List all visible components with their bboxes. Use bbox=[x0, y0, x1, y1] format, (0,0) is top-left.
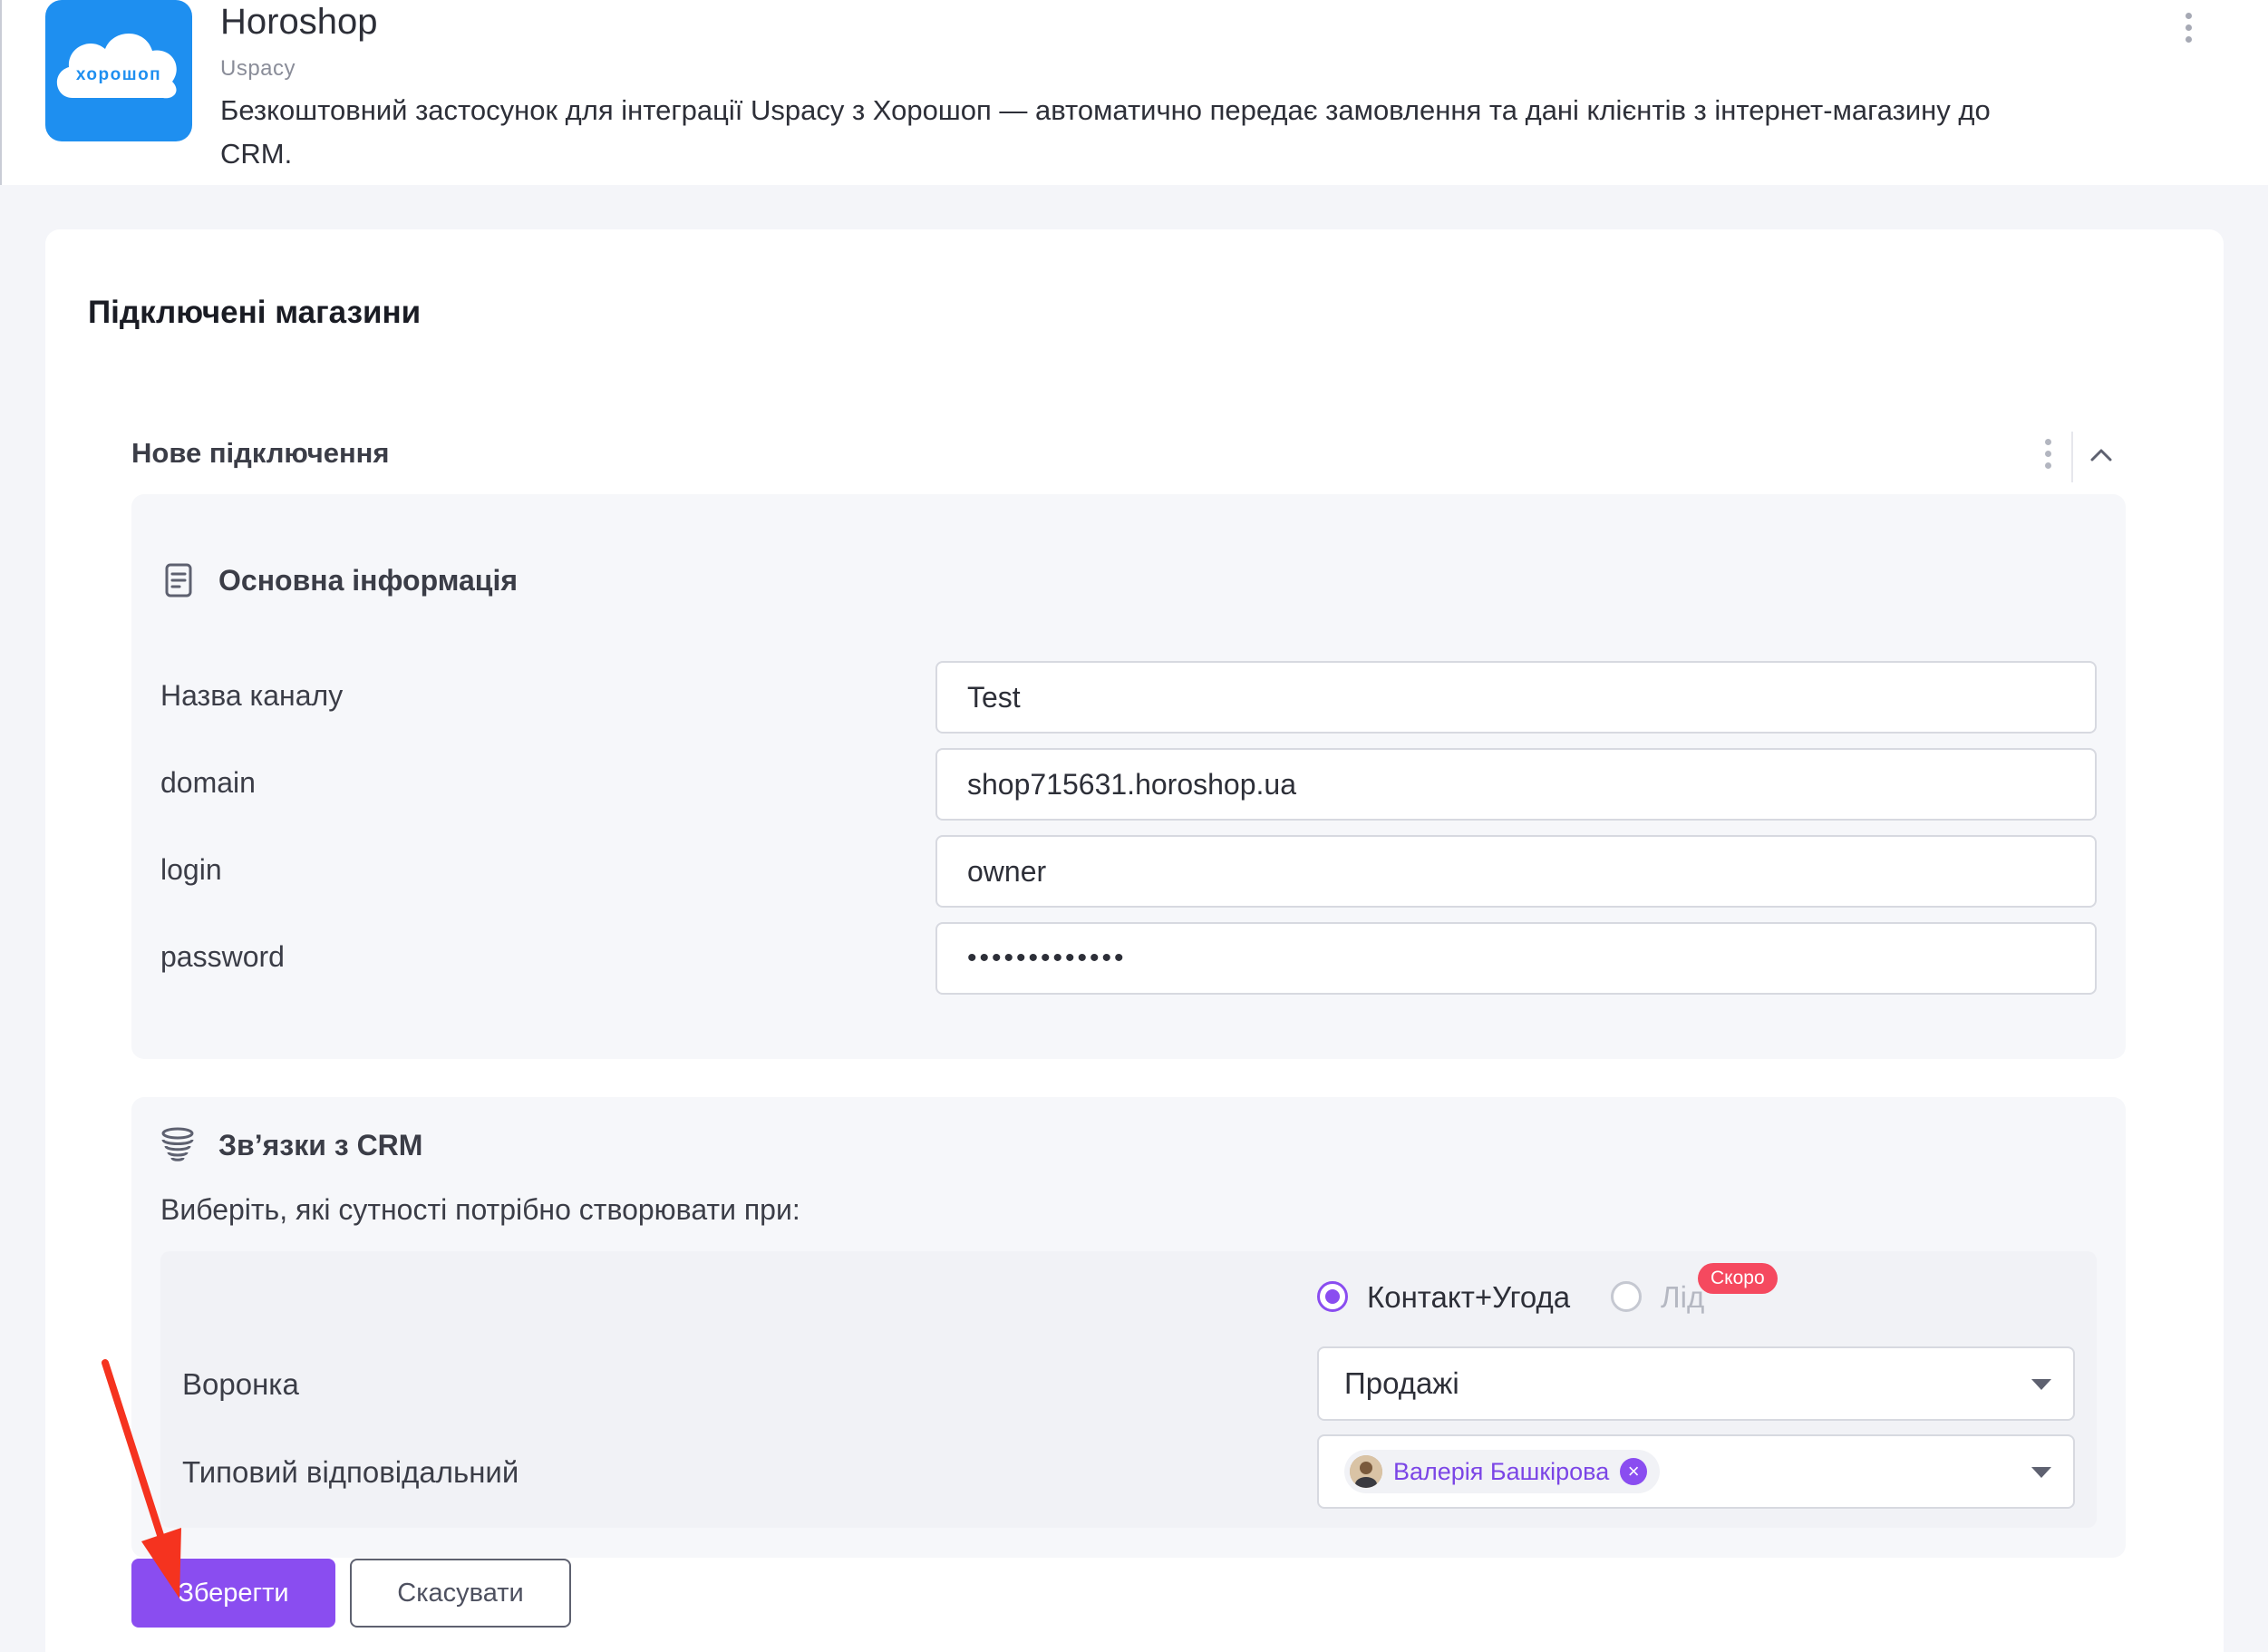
info-panel-title: Основна інформація bbox=[218, 564, 518, 597]
chevron-up-icon[interactable] bbox=[2085, 439, 2118, 471]
soon-badge: Скоро bbox=[1698, 1263, 1778, 1294]
login-input[interactable]: owner bbox=[935, 835, 2097, 908]
user-chip-name: Валерія Башкірова bbox=[1393, 1457, 1610, 1485]
crm-hint: Виберіть, які сутності потрібно створюва… bbox=[160, 1193, 800, 1226]
more-options-icon[interactable] bbox=[2184, 13, 2193, 43]
responsible-select[interactable]: Валерія Башкірова × bbox=[1317, 1434, 2075, 1509]
password-label: password bbox=[160, 940, 285, 973]
password-input[interactable]: ••••••••••••• bbox=[935, 922, 2097, 995]
chevron-down-icon bbox=[2031, 1379, 2051, 1390]
channel-name-input[interactable]: Test bbox=[935, 661, 2097, 734]
channel-name-label: Назва каналу bbox=[160, 679, 344, 712]
crm-panel-title: Зв’язки з CRM bbox=[218, 1129, 423, 1161]
radio-contact-deal-label[interactable]: Контакт+Угода bbox=[1367, 1280, 1570, 1315]
divider bbox=[2071, 432, 2073, 482]
chevron-down-icon bbox=[2031, 1467, 2051, 1478]
horoshop-logo: хорошоп bbox=[45, 0, 192, 141]
avatar bbox=[1350, 1455, 1382, 1488]
database-icon bbox=[160, 1127, 196, 1163]
domain-label: domain bbox=[160, 766, 256, 799]
login-label: login bbox=[160, 853, 222, 886]
responsible-label: Типовий відповідальний bbox=[182, 1455, 519, 1489]
cancel-button[interactable]: Скасувати bbox=[350, 1559, 571, 1628]
radio-lead bbox=[1611, 1281, 1642, 1312]
funnel-select[interactable]: Продажі bbox=[1317, 1346, 2075, 1421]
connection-menu-icon[interactable] bbox=[2043, 439, 2052, 469]
app-title: Horoshop bbox=[220, 2, 378, 42]
app-description: Безкоштовний застосунок для інтеграції U… bbox=[220, 94, 1991, 170]
domain-input[interactable]: shop715631.horoshop.ua bbox=[935, 748, 2097, 821]
radio-lead-label: Лід bbox=[1661, 1280, 1705, 1314]
app-vendor: Uspacy bbox=[220, 56, 296, 81]
save-button[interactable]: Зберегти bbox=[131, 1559, 335, 1628]
logo-text: хорошоп bbox=[76, 65, 161, 84]
app-header: хорошоп Horoshop Uspacy Безкоштовний зас… bbox=[0, 0, 2268, 185]
connection-title: Нове підключення bbox=[131, 437, 390, 469]
radio-contact-deal[interactable] bbox=[1317, 1281, 1348, 1312]
funnel-value: Продажі bbox=[1344, 1366, 1459, 1400]
document-icon bbox=[161, 563, 198, 599]
section-title: Підключені магазини bbox=[88, 295, 422, 330]
user-chip: Валерія Башкірова × bbox=[1344, 1450, 1661, 1493]
funnel-label: Воронка bbox=[182, 1367, 299, 1401]
remove-user-icon[interactable]: × bbox=[1620, 1458, 1648, 1485]
